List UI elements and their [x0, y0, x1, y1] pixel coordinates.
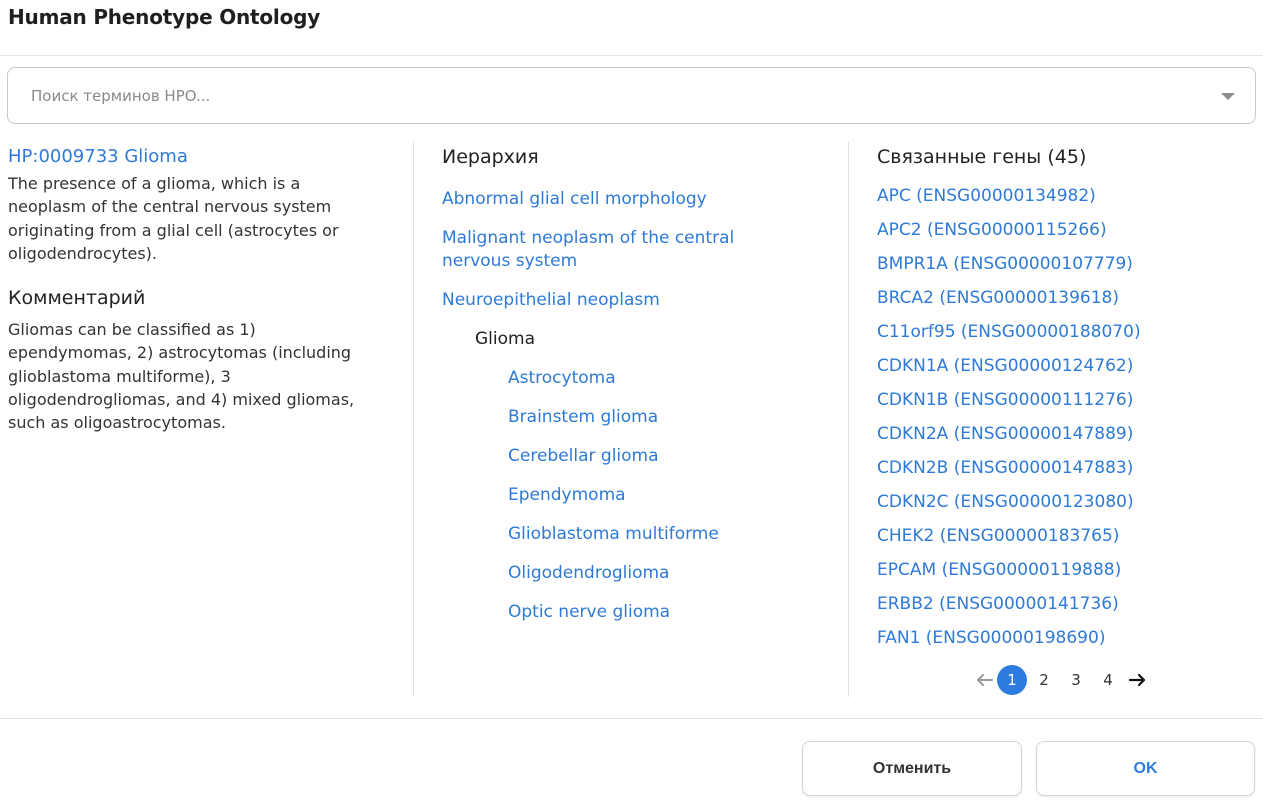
- related-genes-panel: Связанные гены (45) APC (ENSG00000134982…: [877, 145, 1257, 661]
- genes-heading: Связанные гены (45): [877, 146, 1087, 168]
- hierarchy-child-link[interactable]: Oligodendroglioma: [508, 562, 822, 585]
- hierarchy-ancestors: Abnormal glial cell morphology Malignant…: [442, 188, 822, 312]
- term-link[interactable]: HP:0009733 Glioma: [8, 145, 388, 169]
- cancel-button[interactable]: Отменить: [802, 741, 1022, 796]
- hierarchy-children: Astrocytoma Brainstem glioma Cerebellar …: [442, 367, 822, 624]
- hierarchy-heading: Иерархия: [442, 146, 539, 168]
- comment-heading: Комментарий: [8, 287, 146, 310]
- arrow-right-icon[interactable]: [1127, 669, 1149, 691]
- gene-link[interactable]: EPCAM (ENSG00000119888): [877, 559, 1257, 593]
- gene-link[interactable]: FAN1 (ENSG00000198690): [877, 627, 1257, 661]
- footer-divider: [0, 718, 1263, 719]
- header-divider: [0, 55, 1263, 56]
- gene-list: APC (ENSG00000134982) APC2 (ENSG00000115…: [877, 185, 1257, 661]
- hierarchy-ancestor-link[interactable]: Neuroepithelial neoplasm: [442, 289, 822, 312]
- hierarchy-panel: Иерархия Abnormal glial cell morphology …: [442, 145, 822, 640]
- gene-link[interactable]: CDKN1A (ENSG00000124762): [877, 355, 1257, 389]
- hierarchy-ancestor-link[interactable]: Malignant neoplasm of the central nervou…: [442, 227, 782, 273]
- hierarchy-child-link[interactable]: Ependymoma: [508, 484, 822, 507]
- chevron-down-icon[interactable]: [1221, 93, 1235, 100]
- hpo-search-select[interactable]: Поиск терминов HPO...: [7, 67, 1256, 124]
- hierarchy-child-link[interactable]: Cerebellar glioma: [508, 445, 822, 468]
- gene-link[interactable]: ERBB2 (ENSG00000141736): [877, 593, 1257, 627]
- arrow-left-icon[interactable]: [973, 669, 995, 691]
- column-divider: [413, 142, 414, 697]
- hierarchy-child-link[interactable]: Glioblastoma multiforme: [508, 523, 822, 546]
- term-details-panel: HP:0009733 Glioma The presence of a glio…: [8, 145, 388, 435]
- hierarchy-child-link[interactable]: Astrocytoma: [508, 367, 822, 390]
- gene-link[interactable]: BMPR1A (ENSG00000107779): [877, 253, 1257, 287]
- page-button-3[interactable]: 3: [1061, 665, 1091, 695]
- page-button-2[interactable]: 2: [1029, 665, 1059, 695]
- hierarchy-child-link[interactable]: Brainstem glioma: [508, 406, 822, 429]
- gene-link[interactable]: CDKN2B (ENSG00000147883): [877, 457, 1257, 491]
- term-description: The presence of a glioma, which is a neo…: [8, 174, 339, 263]
- gene-pagination: 1 2 3 4: [973, 664, 1149, 696]
- gene-link[interactable]: BRCA2 (ENSG00000139618): [877, 287, 1257, 321]
- hierarchy-ancestor-link[interactable]: Abnormal glial cell morphology: [442, 188, 822, 211]
- page-button-1[interactable]: 1: [997, 665, 1027, 695]
- gene-link[interactable]: CDKN2A (ENSG00000147889): [877, 423, 1257, 457]
- hierarchy-current-term: Glioma: [475, 329, 535, 349]
- ok-button[interactable]: OK: [1036, 741, 1255, 796]
- gene-link[interactable]: CHEK2 (ENSG00000183765): [877, 525, 1257, 559]
- gene-link[interactable]: CDKN1B (ENSG00000111276): [877, 389, 1257, 423]
- gene-link[interactable]: APC2 (ENSG00000115266): [877, 219, 1257, 253]
- hierarchy-child-link[interactable]: Optic nerve glioma: [508, 601, 822, 624]
- gene-link[interactable]: CDKN2C (ENSG00000123080): [877, 491, 1257, 525]
- gene-link[interactable]: C11orf95 (ENSG00000188070): [877, 321, 1257, 355]
- column-divider: [848, 142, 849, 697]
- search-placeholder: Поиск терминов HPO...: [31, 87, 211, 105]
- comment-text: Gliomas can be classified as 1) ependymo…: [8, 320, 355, 433]
- page-button-4[interactable]: 4: [1093, 665, 1123, 695]
- dialog-title: Human Phenotype Ontology: [8, 5, 321, 29]
- gene-link[interactable]: APC (ENSG00000134982): [877, 185, 1257, 219]
